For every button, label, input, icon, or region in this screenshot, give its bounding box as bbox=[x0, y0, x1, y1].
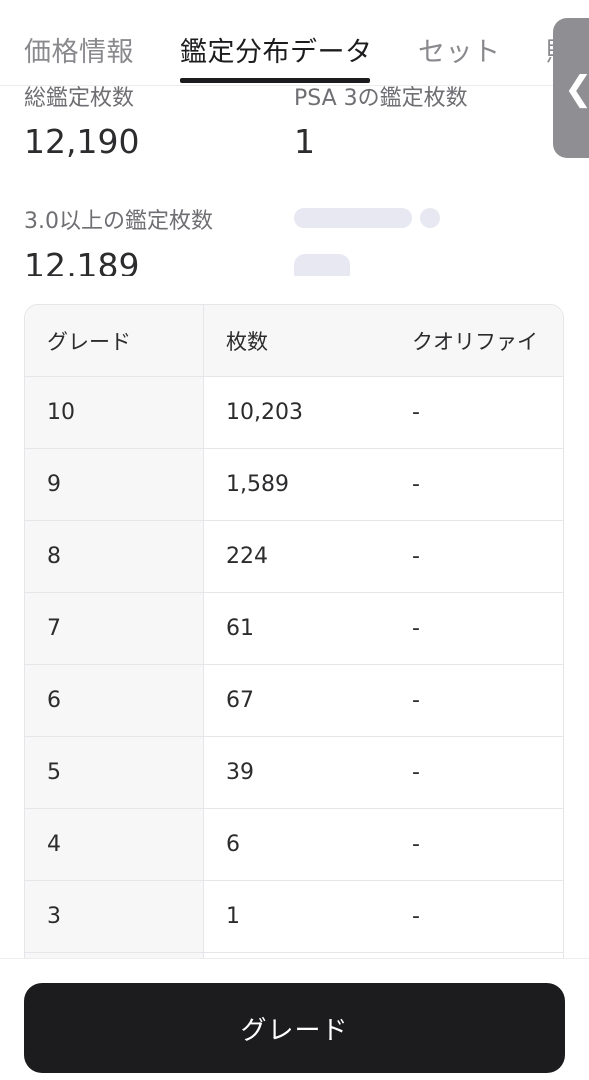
count-cell: 1 bbox=[204, 881, 384, 952]
tab-bar: 価格情報 鑑定分布データ セット 販 bbox=[0, 0, 589, 86]
loading-placeholder-value bbox=[294, 254, 350, 276]
qualified-cell: - bbox=[384, 881, 563, 952]
grade-cell: 3 bbox=[25, 881, 204, 952]
grade-cell: 8 bbox=[25, 521, 204, 592]
loading-placeholder-bar bbox=[294, 208, 412, 228]
qualified-cell: - bbox=[384, 377, 563, 448]
tab-set[interactable]: セット bbox=[418, 30, 501, 69]
total-graded-label: 総鑑定枚数 bbox=[24, 86, 135, 111]
count-cell: 39 bbox=[204, 737, 384, 808]
active-tab-indicator bbox=[180, 78, 370, 83]
count-cell: 6 bbox=[204, 809, 384, 880]
bottom-action-bar: グレード bbox=[0, 958, 589, 1080]
psa3-graded-value: 1 bbox=[294, 122, 315, 161]
count-cell: 61 bbox=[204, 593, 384, 664]
psa3-graded-label: PSA 3の鑑定枚数 bbox=[294, 86, 468, 111]
grade-cell: 9 bbox=[25, 449, 204, 520]
above-3-graded-label: 3.0以上の鑑定枚数 bbox=[24, 209, 213, 234]
grade-button[interactable]: グレード bbox=[24, 983, 565, 1073]
column-header-qualified: クオリファイ bbox=[384, 305, 563, 376]
count-cell: 1,589 bbox=[204, 449, 384, 520]
tab-grading-distribution[interactable]: 鑑定分布データ bbox=[180, 30, 373, 69]
grade-distribution-table: グレード 枚数 クオリファイ 10 10,203 - 9 1,589 - 8 2… bbox=[24, 304, 564, 1004]
qualified-cell: - bbox=[384, 809, 563, 880]
table-row: 8 224 - bbox=[25, 521, 563, 593]
table-row: 5 39 - bbox=[25, 737, 563, 809]
tab-price-info[interactable]: 価格情報 bbox=[24, 30, 134, 69]
table-row: 6 67 - bbox=[25, 665, 563, 737]
column-header-count: 枚数 bbox=[204, 305, 384, 376]
count-cell: 10,203 bbox=[204, 377, 384, 448]
total-graded-value: 12,190 bbox=[24, 122, 140, 161]
grade-cell: 10 bbox=[25, 377, 204, 448]
table-row: 9 1,589 - bbox=[25, 449, 563, 521]
column-header-grade: グレード bbox=[25, 305, 204, 376]
table-row: 7 61 - bbox=[25, 593, 563, 665]
table-row: 3 1 - bbox=[25, 881, 563, 953]
grading-summary: 総鑑定枚数 12,190 PSA 3の鑑定枚数 1 3.0以上の鑑定枚数 12,… bbox=[0, 86, 589, 276]
grade-cell: 4 bbox=[25, 809, 204, 880]
table-header-row: グレード 枚数 クオリファイ bbox=[25, 305, 563, 377]
qualified-cell: - bbox=[384, 593, 563, 664]
qualified-cell: - bbox=[384, 737, 563, 808]
count-cell: 67 bbox=[204, 665, 384, 736]
qualified-cell: - bbox=[384, 665, 563, 736]
loading-placeholder-dot bbox=[420, 208, 440, 228]
above-3-graded-value: 12,189 bbox=[24, 246, 140, 276]
count-cell: 224 bbox=[204, 521, 384, 592]
grade-cell: 6 bbox=[25, 665, 204, 736]
grade-cell: 5 bbox=[25, 737, 204, 808]
grade-cell: 7 bbox=[25, 593, 204, 664]
qualified-cell: - bbox=[384, 521, 563, 592]
table-row: 4 6 - bbox=[25, 809, 563, 881]
qualified-cell: - bbox=[384, 449, 563, 520]
table-row: 10 10,203 - bbox=[25, 377, 563, 449]
